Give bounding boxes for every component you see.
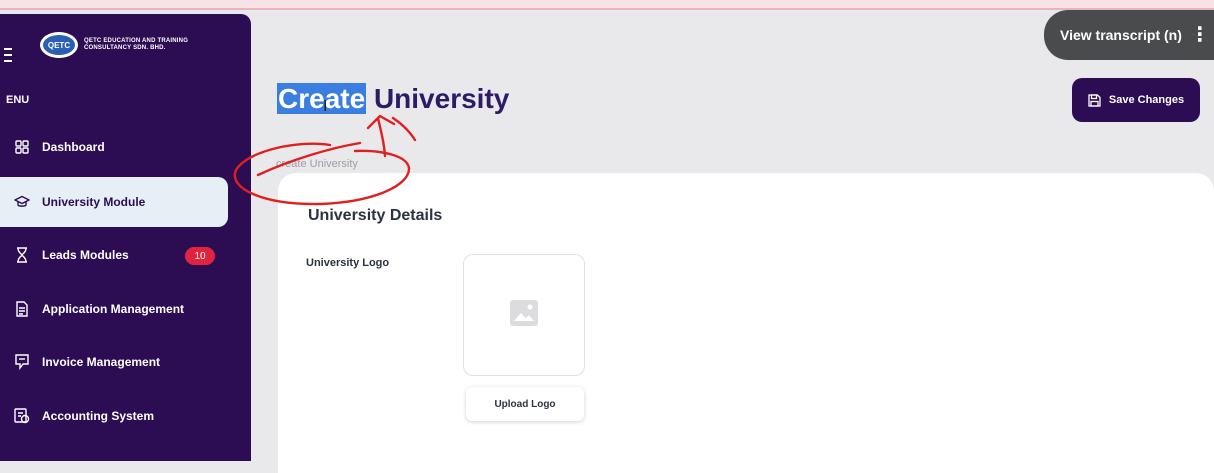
logo-line-1: QETC EDUCATION AND TRAINING	[84, 38, 189, 44]
notification-badge: 10	[185, 247, 215, 265]
hourglass-icon	[14, 247, 30, 263]
sidebar-item-label: Accounting System	[42, 409, 155, 423]
sidebar-item-application-management[interactable]: Application Management	[0, 284, 228, 334]
save-button-label: Save Changes	[1108, 94, 1185, 106]
sidebar-item-label: Dashboard	[42, 140, 105, 154]
top-strip-line	[0, 8, 1214, 10]
logo-initials: QETC	[43, 35, 75, 55]
page-title: Create University	[277, 83, 509, 115]
annotation-stroke	[391, 116, 417, 142]
sidebar-item-accounting-system[interactable]: Accounting System	[0, 391, 228, 441]
image-placeholder-icon	[510, 299, 538, 331]
hamburger-menu-icon[interactable]	[4, 48, 12, 66]
save-icon	[1088, 93, 1101, 107]
sidebar-item-invoice-management[interactable]: Invoice Management	[0, 337, 228, 387]
sidebar-item-university-module[interactable]: University Module	[0, 177, 228, 227]
invoice-icon	[14, 354, 30, 370]
upload-logo-button[interactable]: Upload Logo	[466, 387, 584, 421]
more-options-icon[interactable]: ⋮	[1190, 25, 1210, 45]
logo-line-2: CONSULTANCY SDN. BHD.	[84, 45, 166, 51]
text-cursor-icon: I	[323, 98, 328, 115]
sidebar-item-leads-modules[interactable]: Leads Modules 10	[0, 230, 228, 280]
company-logo[interactable]: QETC QETC EDUCATION AND TRAINING CONSULT…	[40, 32, 188, 58]
logo-preview[interactable]	[463, 254, 585, 376]
sidebar-item-label: Leads Modules	[42, 248, 129, 262]
university-details-card: University Details University Logo Uploa…	[278, 173, 1214, 473]
logo-emblem: QETC	[40, 32, 78, 58]
breadcrumb[interactable]: create University	[276, 158, 358, 170]
card-title: University Details	[308, 207, 443, 224]
top-strip	[0, 0, 1214, 8]
grid-icon	[14, 139, 30, 155]
graduation-cap-icon	[14, 194, 30, 210]
selected-title-text: Create	[277, 83, 367, 114]
view-transcript-button[interactable]: View transcript (n) ⋮	[1044, 10, 1214, 60]
sidebar-item-label: Invoice Management	[42, 355, 161, 369]
document-icon	[14, 301, 30, 317]
sidebar-item-dashboard[interactable]: Dashboard	[0, 122, 228, 172]
logo-text: QETC EDUCATION AND TRAINING CONSULTANCY …	[84, 38, 188, 52]
transcript-label: View transcript (n)	[1060, 27, 1182, 43]
menu-label: ENU	[6, 94, 30, 106]
sidebar: QETC QETC EDUCATION AND TRAINING CONSULT…	[0, 14, 251, 461]
annotation-arrow	[366, 114, 396, 158]
save-changes-button[interactable]: Save Changes	[1072, 78, 1200, 122]
accounting-icon	[14, 408, 30, 424]
sidebar-item-label: University Module	[42, 195, 146, 209]
university-logo-label: University Logo	[306, 257, 390, 269]
title-text: University	[366, 83, 510, 114]
sidebar-item-label: Application Management	[42, 302, 185, 316]
